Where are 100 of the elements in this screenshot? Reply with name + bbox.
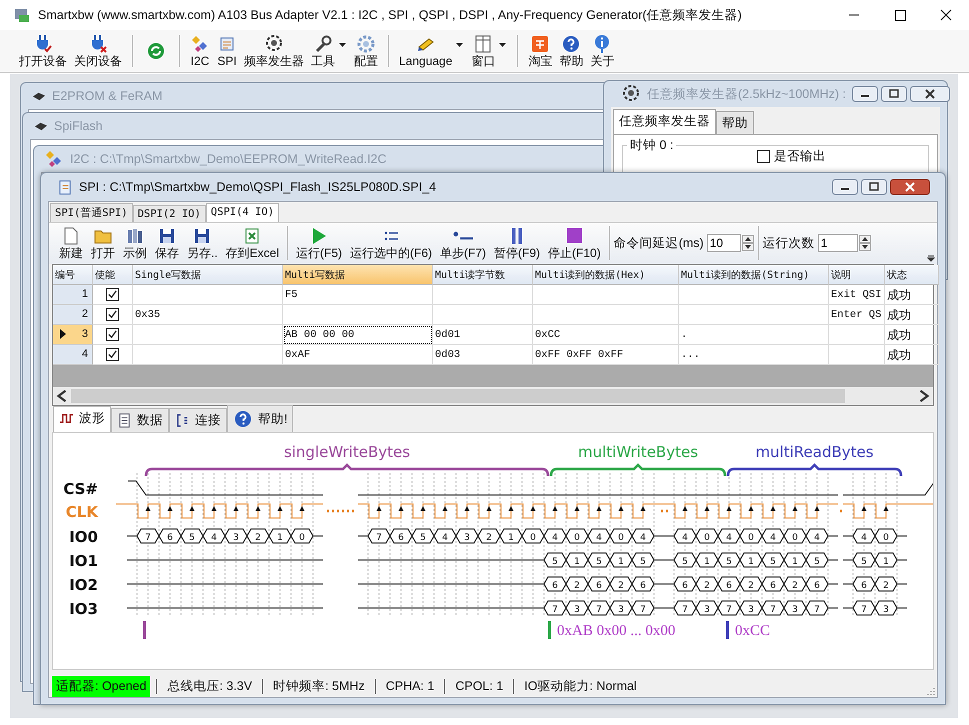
bit-cell: 4 bbox=[631, 528, 655, 544]
bit-cell: 5 bbox=[761, 552, 785, 568]
column-header[interactable]: 状态 bbox=[885, 264, 939, 285]
toolbar-button[interactable]: 单步(F7) bbox=[436, 226, 490, 261]
group-label: 时钟 0 : bbox=[627, 137, 676, 154]
bit-cell: 4 bbox=[805, 528, 829, 544]
bit-cell: 2 bbox=[246, 528, 270, 544]
toolbar-button[interactable]: 打开设备 bbox=[16, 32, 70, 70]
row-header[interactable]: 3 bbox=[53, 324, 93, 345]
window-title: SPI : C:\Tmp\Smartxbw_Demo\QSPI_Flash_IS25LP080D.SPI_4 bbox=[79, 180, 436, 194]
column-header[interactable]: Multi读到的数据(String) bbox=[679, 264, 829, 285]
bit-cell: 1 bbox=[739, 552, 763, 568]
toolbar-button[interactable]: 关闭设备 bbox=[71, 32, 125, 70]
tab[interactable]: 波形 bbox=[53, 406, 111, 432]
bit-cell: 6 bbox=[158, 528, 182, 544]
bit-cell: 5 bbox=[805, 552, 829, 568]
column-header[interactable]: Single写数据 bbox=[133, 264, 283, 285]
caret-icon[interactable] bbox=[339, 43, 346, 47]
toolbar-button[interactable]: 关于 bbox=[587, 32, 618, 70]
horizontal-scrollbar[interactable] bbox=[53, 387, 933, 406]
column-header[interactable]: Multi读到的数据(Hex) bbox=[533, 264, 679, 285]
tab[interactable]: 任意频率发生器 bbox=[613, 109, 716, 134]
bit-cell: 7 bbox=[805, 600, 829, 616]
bit-cell: 2 bbox=[477, 528, 501, 544]
tab[interactable]: 帮助! bbox=[227, 405, 294, 432]
overflow-icon[interactable] bbox=[927, 254, 935, 262]
tab[interactable]: SPI(普通SPI) bbox=[50, 202, 133, 222]
bit-cell: 7 bbox=[673, 600, 697, 616]
row-header[interactable]: 2 bbox=[53, 304, 93, 325]
column-header[interactable]: 说明 bbox=[829, 264, 885, 285]
delay-field[interactable]: 10 bbox=[706, 234, 741, 252]
window-icon bbox=[473, 34, 494, 54]
bit-cell: 7 bbox=[631, 600, 655, 616]
toolbar-button[interactable]: 运行选中的(F6) bbox=[346, 226, 436, 261]
toolbar-button[interactable]: 保存 bbox=[151, 226, 183, 261]
column-header[interactable]: 编号 bbox=[53, 264, 93, 285]
caret-icon[interactable] bbox=[456, 43, 464, 47]
bit-cell: 5 bbox=[411, 528, 435, 544]
tab[interactable]: 数据 bbox=[111, 408, 169, 432]
toolbar-button[interactable]: I2C bbox=[187, 32, 213, 70]
caret-icon[interactable] bbox=[499, 43, 506, 47]
column-header[interactable]: Multi读字节数 bbox=[433, 264, 533, 285]
checkbox[interactable] bbox=[106, 288, 119, 301]
minimize-button[interactable] bbox=[852, 86, 878, 102]
scroll-thumb[interactable] bbox=[71, 389, 845, 404]
toolbar-button[interactable]: 工具 bbox=[308, 32, 338, 70]
bit-cell: 7 bbox=[587, 600, 611, 616]
row-header[interactable]: 1 bbox=[53, 284, 93, 305]
toolbar-button[interactable]: 帮助 bbox=[556, 32, 586, 70]
checkbox[interactable] bbox=[106, 328, 119, 341]
bit-cell: 4 bbox=[673, 528, 697, 544]
gap-dots bbox=[327, 510, 354, 512]
checkbox[interactable] bbox=[106, 348, 119, 361]
bit-cell: 4 bbox=[202, 528, 226, 544]
restore-button[interactable] bbox=[881, 86, 908, 102]
toolbar-button[interactable]: 另存.. bbox=[183, 226, 222, 261]
toolbar-button[interactable]: 新建 bbox=[55, 226, 87, 261]
toolbar-button[interactable]: 停止(F10) bbox=[544, 226, 605, 261]
bit-cell: 1 bbox=[874, 552, 898, 568]
bit-cell: 1 bbox=[499, 528, 523, 544]
bit-cell: 3 bbox=[455, 528, 479, 544]
tab[interactable]: DSPI(2 IO) bbox=[132, 204, 206, 222]
tab[interactable]: 帮助 bbox=[716, 111, 754, 134]
toolbar-button[interactable]: 配置 bbox=[351, 32, 381, 70]
toolbar-button[interactable]: 淘宝 bbox=[525, 32, 556, 70]
toolbar-button[interactable]: 暂停(F9) bbox=[490, 226, 544, 261]
repeat-field[interactable]: 1 bbox=[818, 234, 858, 252]
minimize-button[interactable] bbox=[832, 179, 858, 195]
bit-cell: 0 bbox=[874, 528, 898, 544]
bit-cell: 3 bbox=[874, 600, 898, 616]
diamonds-icon bbox=[190, 34, 210, 54]
bit-cell: 6 bbox=[761, 576, 785, 592]
toolbar-button[interactable]: Language bbox=[396, 32, 456, 70]
group-label: multiReadBytes bbox=[755, 443, 874, 462]
bit-cell: 7 bbox=[543, 600, 567, 616]
status-item: 总线电压: 3.3V bbox=[156, 678, 262, 694]
bit-cell: 0 bbox=[521, 528, 545, 544]
bit-cell: 4 bbox=[717, 528, 741, 544]
restore-button[interactable] bbox=[861, 179, 887, 195]
close-button[interactable] bbox=[890, 179, 930, 195]
toolbar-button[interactable]: 存到Excel bbox=[222, 226, 284, 261]
toolbar-button[interactable]: 示例 bbox=[119, 226, 151, 261]
column-header[interactable]: Multi写数据 bbox=[283, 264, 433, 285]
tab[interactable]: 连接 bbox=[169, 408, 227, 432]
column-header[interactable]: 使能 bbox=[93, 264, 133, 285]
close-button[interactable] bbox=[910, 86, 950, 102]
idle-line bbox=[842, 560, 908, 561]
row-number: 1 bbox=[82, 288, 88, 300]
checkbox[interactable] bbox=[757, 150, 770, 163]
bit-cell: 3 bbox=[609, 600, 633, 616]
toolbar-button[interactable]: 运行(F5) bbox=[292, 226, 346, 261]
checkbox[interactable] bbox=[106, 308, 119, 321]
bit-cell: 2 bbox=[874, 576, 898, 592]
toolbar-button[interactable]: 窗口 bbox=[468, 32, 498, 70]
toolbar-button[interactable]: 打开 bbox=[87, 226, 119, 261]
tab[interactable]: QSPI(4 IO) bbox=[206, 202, 280, 222]
toolbar-button[interactable]: SPI bbox=[214, 32, 240, 70]
toolbar-button[interactable]: 频率发生器 bbox=[241, 32, 307, 70]
settings-icon bbox=[356, 34, 376, 54]
row-header[interactable]: 4 bbox=[53, 344, 93, 365]
